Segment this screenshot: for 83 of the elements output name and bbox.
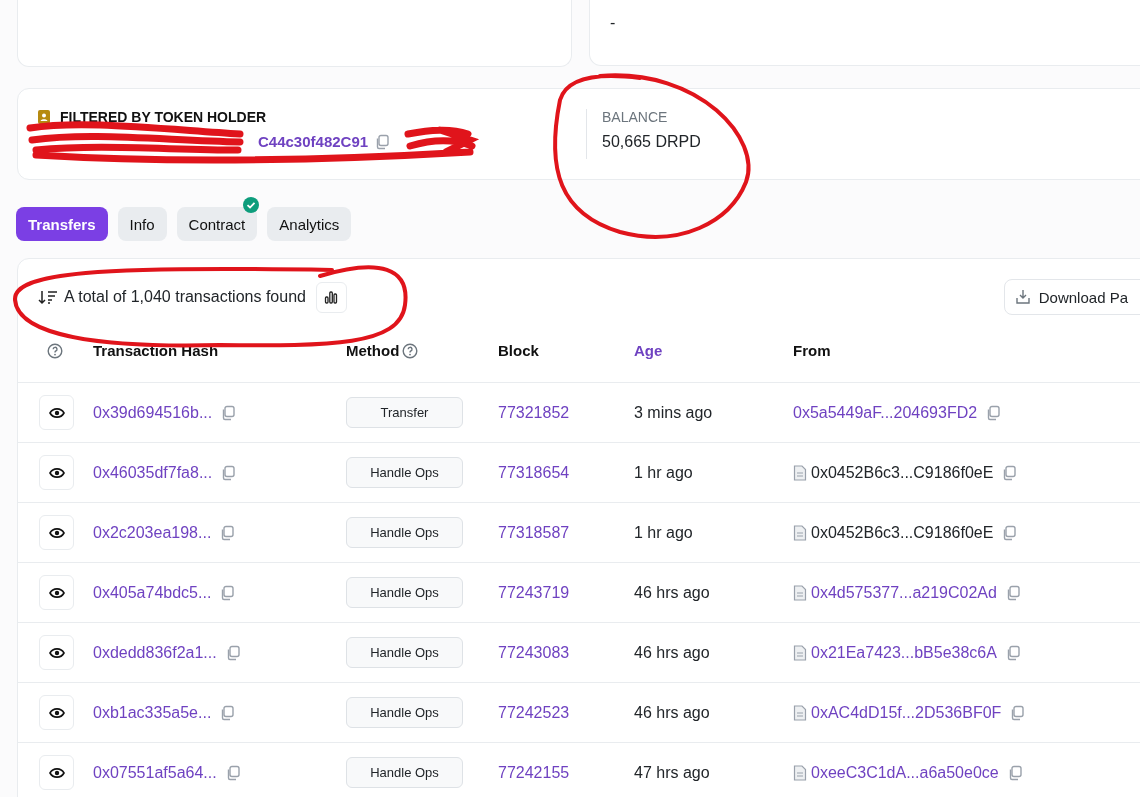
preview-button[interactable] — [39, 755, 74, 790]
bar-chart-icon — [324, 290, 339, 304]
column-header[interactable]: Transaction Hash — [93, 342, 219, 359]
age-text: 3 mins ago — [634, 403, 713, 422]
tab[interactable]: Transfers — [16, 207, 108, 241]
method-tag: Transfer — [346, 397, 463, 428]
chart-button[interactable] — [315, 281, 347, 313]
eye-icon — [48, 766, 65, 779]
verified-check-icon — [243, 197, 260, 213]
from-address-link[interactable]: 0xAC4dD15f...2D536BF0F — [811, 703, 1002, 722]
method-tag: Handle Ops — [346, 757, 463, 788]
from-address-link[interactable]: 0x5a5449aF...204693FD2 — [793, 403, 978, 422]
column-header[interactable]: Block — [498, 342, 539, 359]
method-tag: Handle Ops — [346, 517, 463, 548]
column-header[interactable]: From — [793, 342, 831, 359]
help-icon[interactable] — [47, 342, 63, 359]
method-tag: Handle Ops — [346, 577, 463, 608]
help-icon[interactable] — [402, 342, 419, 359]
transaction-hash-link[interactable]: 0xdedd836f2a1... — [93, 643, 217, 662]
copy-icon[interactable] — [985, 404, 1002, 421]
transaction-hash-link[interactable]: 0x39d694516b... — [93, 403, 213, 422]
copy-icon[interactable] — [219, 524, 236, 541]
preview-button[interactable] — [39, 395, 74, 430]
column-header[interactable]: Method — [346, 342, 400, 359]
column-header[interactable]: Age — [634, 342, 663, 359]
block-link[interactable]: 77242523 — [498, 703, 570, 722]
block-link[interactable]: 77242155 — [498, 763, 570, 782]
copy-icon[interactable] — [1001, 464, 1018, 481]
sort-icon[interactable] — [38, 289, 58, 305]
block-link[interactable]: 77318654 — [498, 463, 570, 482]
balance-label: BALANCE — [602, 109, 669, 125]
age-text: 47 hrs ago — [634, 763, 710, 782]
filter-label: FILTERED BY TOKEN HOLDER — [60, 109, 267, 125]
supply-value: - — [610, 14, 616, 31]
preview-button[interactable] — [39, 695, 74, 730]
preview-button[interactable] — [39, 515, 74, 550]
from-address: 0x0452B6c3...C9186f0eE — [811, 463, 994, 482]
tab[interactable]: Analytics — [267, 207, 352, 241]
from-address-link[interactable]: 0x4d575377...a219C02Ad — [811, 583, 997, 602]
age-text: 46 hrs ago — [634, 643, 710, 662]
tab[interactable]: Contract — [176, 207, 258, 241]
age-text: 1 hr ago — [634, 463, 693, 482]
block-link[interactable]: 77243083 — [498, 643, 570, 662]
age-text: 46 hrs ago — [634, 583, 710, 602]
transaction-hash-link[interactable]: 0x2c203ea198... — [93, 523, 212, 542]
transaction-hash-link[interactable]: 0x405a74bdc5... — [93, 583, 212, 602]
block-link[interactable]: 77318587 — [498, 523, 570, 542]
preview-button[interactable] — [39, 575, 74, 610]
copy-icon[interactable] — [219, 584, 236, 601]
download-icon — [1014, 289, 1031, 305]
copy-icon[interactable] — [220, 404, 237, 421]
method-tag: Handle Ops — [346, 457, 463, 488]
copy-icon[interactable] — [1009, 704, 1026, 721]
eye-icon — [48, 406, 65, 419]
method-tag: Handle Ops — [346, 697, 463, 728]
from-address-link[interactable]: 0x21Ea7423...bB5e38c6A — [811, 643, 997, 662]
from-address: 0x0452B6c3...C9186f0eE — [811, 523, 994, 542]
transaction-hash-link[interactable]: 0xb1ac335a5e... — [93, 703, 212, 722]
eye-icon — [48, 586, 65, 599]
eye-icon — [48, 646, 65, 659]
copy-icon[interactable] — [1001, 524, 1018, 541]
eye-icon — [48, 466, 65, 479]
contact-book-icon — [36, 109, 52, 125]
copy-icon[interactable] — [220, 464, 237, 481]
download-button[interactable]: Download Pa — [1003, 279, 1140, 315]
preview-button[interactable] — [39, 455, 74, 490]
eye-icon — [48, 526, 65, 539]
age-text: 1 hr ago — [634, 523, 693, 542]
copy-icon[interactable] — [219, 704, 236, 721]
tab[interactable]: Info — [117, 207, 167, 241]
holder-address-link[interactable]: C44c30f482C91 — [258, 133, 369, 150]
block-link[interactable]: 77243719 — [498, 583, 570, 602]
transaction-hash-link[interactable]: 0x07551af5a64... — [93, 763, 217, 782]
transaction-hash-link[interactable]: 0x46035df7fa8... — [93, 463, 213, 482]
method-tag: Handle Ops — [346, 637, 463, 668]
balance-value: 50,665 DRPD — [602, 133, 701, 151]
age-text: 46 hrs ago — [634, 703, 710, 722]
copy-icon[interactable] — [374, 133, 391, 150]
block-link[interactable]: 77321852 — [498, 403, 570, 422]
from-address-link[interactable]: 0xeeC3C1dA...a6a50e0ce — [811, 763, 999, 782]
transactions-count: A total of 1,040 transactions found — [64, 288, 306, 306]
eye-icon — [48, 706, 65, 719]
preview-button[interactable] — [39, 635, 74, 670]
